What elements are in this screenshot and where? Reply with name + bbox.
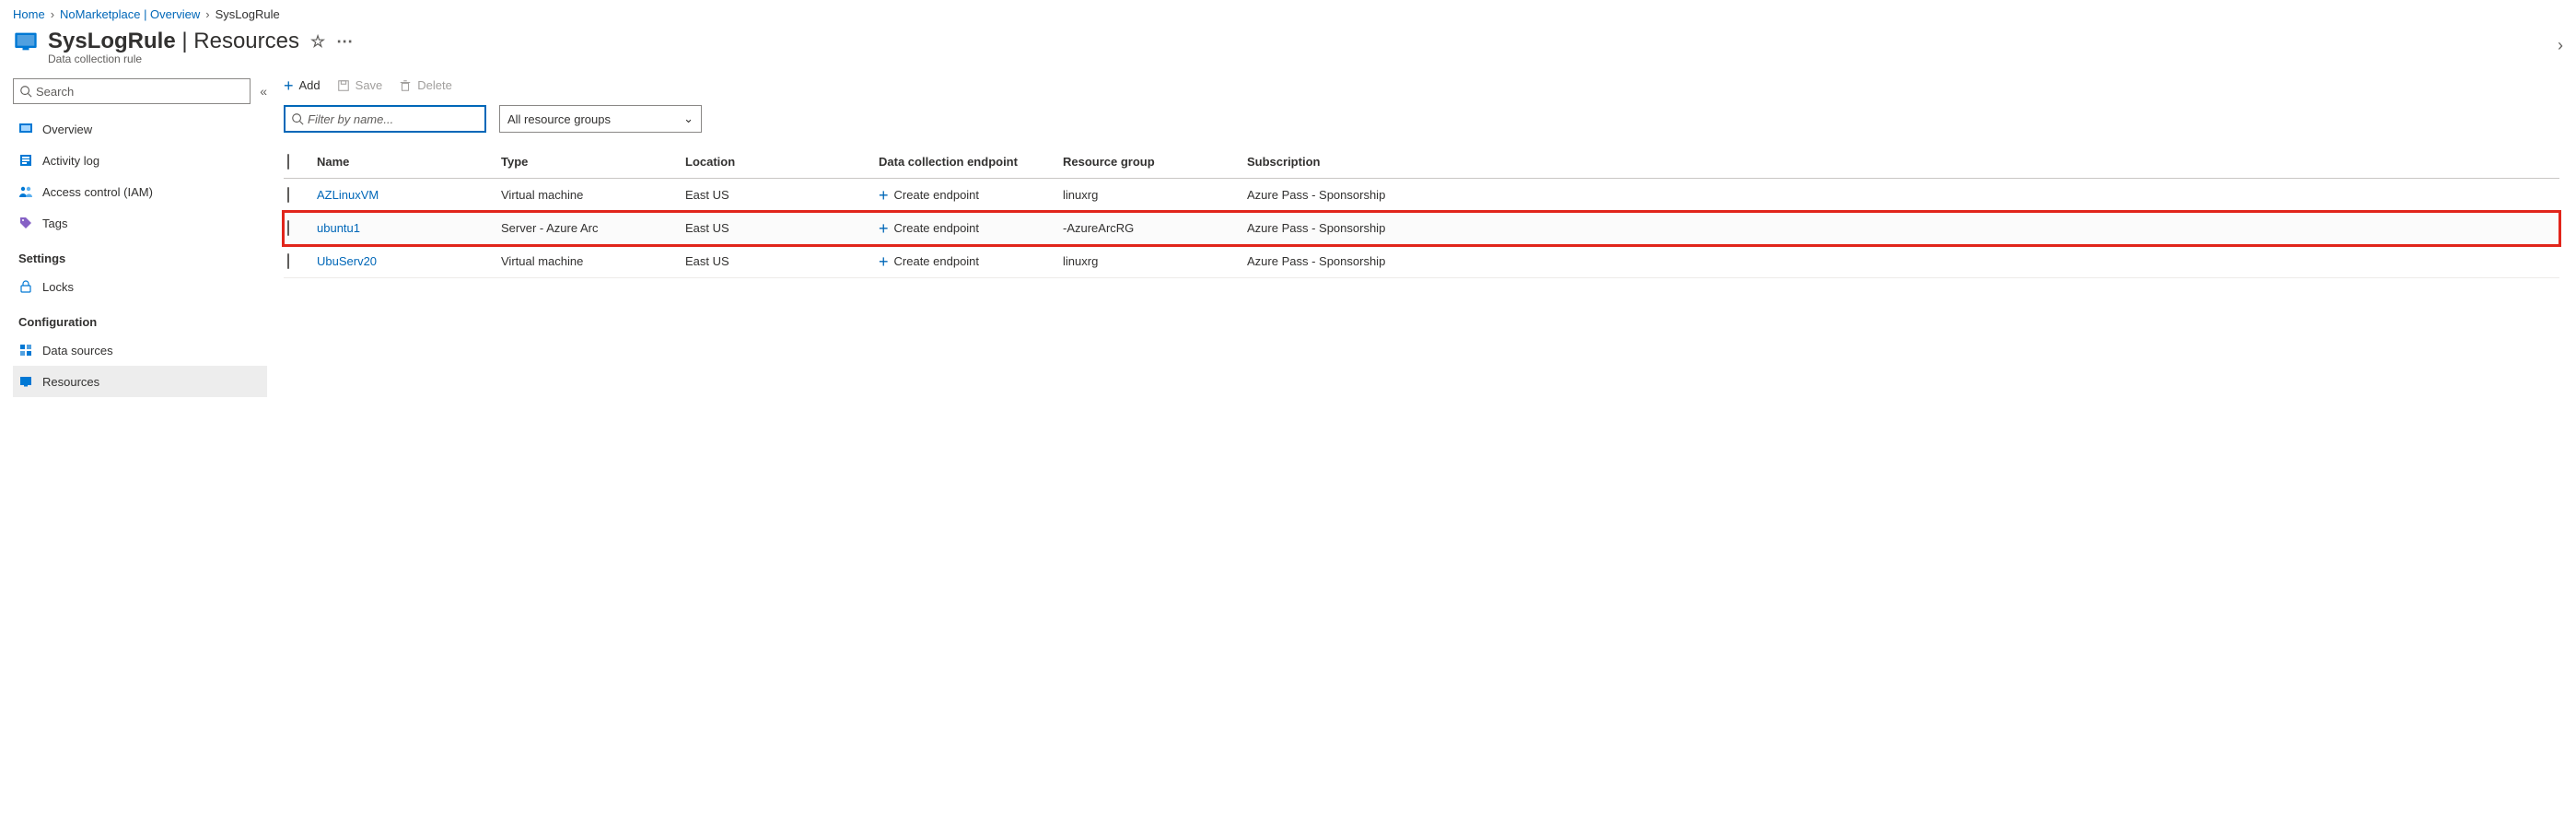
sidebar-item-resources[interactable]: Resources (13, 366, 267, 397)
table-body: AZLinuxVMVirtual machineEast US+Create e… (284, 179, 2559, 278)
sidebar-item-label: Overview (42, 123, 92, 136)
table-row[interactable]: UbuServ20Virtual machineEast US+Create e… (284, 245, 2559, 278)
resource-group-dropdown[interactable]: All resource groups ⌄ (499, 105, 702, 133)
sidebar-item-label: Access control (IAM) (42, 185, 153, 199)
resource-group: -AzureArcRG (1063, 221, 1247, 235)
resource-group: linuxrg (1063, 254, 1247, 268)
resource-type: Virtual machine (501, 188, 685, 202)
select-all-checkbox[interactable] (287, 154, 289, 170)
sidebar-item-label: Resources (42, 375, 99, 389)
col-dce[interactable]: Data collection endpoint (879, 155, 1063, 169)
subscription: Azure Pass - Sponsorship (1247, 254, 2559, 268)
create-endpoint-link[interactable]: +Create endpoint (879, 254, 1063, 268)
resource-location: East US (685, 254, 879, 268)
people-icon (18, 184, 33, 199)
save-button: Save (337, 78, 383, 92)
col-location[interactable]: Location (685, 155, 879, 169)
sidebar-item-label: Locks (42, 280, 74, 294)
table-row[interactable]: ubuntu1Server - Azure ArcEast US+Create … (284, 212, 2559, 245)
page-title-main: SysLogRule (48, 29, 176, 53)
plus-icon: + (879, 189, 889, 202)
row-checkbox[interactable] (287, 253, 289, 269)
sidebar-item-label: Tags (42, 217, 67, 230)
col-type[interactable]: Type (501, 155, 685, 169)
sidebar-search[interactable] (13, 78, 251, 104)
chevron-down-icon: ⌄ (683, 111, 694, 126)
resource-type: Virtual machine (501, 254, 685, 268)
table-row[interactable]: AZLinuxVMVirtual machineEast US+Create e… (284, 179, 2559, 212)
collapse-sidebar-icon[interactable]: « (260, 84, 267, 99)
filter-by-name[interactable] (284, 105, 486, 133)
search-icon (291, 112, 304, 125)
main-content: + Add Save Delete All resource groups ⌄ (276, 75, 2576, 406)
breadcrumb-current: SysLogRule (216, 7, 280, 21)
save-icon (337, 79, 350, 92)
data-sources-icon (18, 343, 33, 357)
breadcrumb: Home › NoMarketplace | Overview › SysLog… (0, 0, 2576, 23)
resource-name-link[interactable]: ubuntu1 (317, 221, 501, 235)
page-title-section: Resources (193, 29, 299, 53)
resource-type: Server - Azure Arc (501, 221, 685, 235)
sidebar-item-label: Data sources (42, 344, 113, 357)
table-header: Name Type Location Data collection endpo… (284, 146, 2559, 179)
sidebar: « Overview Activity log Access control (… (0, 75, 276, 406)
resource-name-link[interactable]: UbuServ20 (317, 254, 501, 268)
create-endpoint-link[interactable]: +Create endpoint (879, 221, 1063, 235)
sidebar-item-data-sources[interactable]: Data sources (13, 334, 267, 366)
plus-icon: + (879, 222, 889, 235)
page-subtitle: Data collection rule (48, 53, 353, 65)
resource-location: East US (685, 188, 879, 202)
subscription: Azure Pass - Sponsorship (1247, 221, 2559, 235)
trash-icon (399, 79, 412, 92)
plus-icon: + (879, 255, 889, 268)
chevron-right-icon: › (205, 7, 209, 21)
sidebar-group-configuration: Configuration (13, 302, 267, 334)
more-ellipsis-icon[interactable]: ⋯ (336, 32, 353, 52)
filter-bar: All resource groups ⌄ (284, 101, 2559, 146)
row-checkbox[interactable] (287, 220, 289, 236)
col-sub[interactable]: Subscription (1247, 155, 2559, 169)
col-rg[interactable]: Resource group (1063, 155, 1247, 169)
delete-button: Delete (399, 78, 452, 92)
sidebar-search-input[interactable] (32, 85, 244, 99)
tag-icon (18, 216, 33, 230)
resource-icon (13, 29, 39, 54)
command-bar: + Add Save Delete (284, 78, 2559, 101)
subscription: Azure Pass - Sponsorship (1247, 188, 2559, 202)
sidebar-item-access-control[interactable]: Access control (IAM) (13, 176, 267, 207)
create-endpoint-link[interactable]: +Create endpoint (879, 188, 1063, 202)
resources-icon (18, 374, 33, 389)
sidebar-item-locks[interactable]: Locks (13, 271, 267, 302)
favorite-star-icon[interactable]: ☆ (310, 32, 325, 52)
sidebar-item-activity-log[interactable]: Activity log (13, 145, 267, 176)
page-header: SysLogRule | Resources ☆ ⋯ Data collecti… (0, 23, 2576, 75)
add-button[interactable]: + Add (284, 78, 321, 92)
col-name[interactable]: Name (317, 155, 501, 169)
sidebar-item-label: Activity log (42, 154, 99, 168)
plus-icon: + (284, 79, 294, 92)
sidebar-group-settings: Settings (13, 239, 267, 271)
expand-pane-icon[interactable]: › (2558, 36, 2563, 55)
breadcrumb-parent[interactable]: NoMarketplace | Overview (60, 7, 200, 21)
resource-location: East US (685, 221, 879, 235)
row-checkbox[interactable] (287, 187, 289, 203)
resource-group: linuxrg (1063, 188, 1247, 202)
resource-name-link[interactable]: AZLinuxVM (317, 188, 501, 202)
breadcrumb-home[interactable]: Home (13, 7, 45, 21)
dropdown-selected: All resource groups (507, 112, 611, 126)
chevron-right-icon: › (51, 7, 54, 21)
overview-icon (18, 122, 33, 136)
sidebar-item-tags[interactable]: Tags (13, 207, 267, 239)
search-icon (19, 85, 32, 98)
filter-by-name-input[interactable] (304, 112, 479, 126)
sidebar-item-overview[interactable]: Overview (13, 113, 267, 145)
lock-icon (18, 279, 33, 294)
activity-log-icon (18, 153, 33, 168)
